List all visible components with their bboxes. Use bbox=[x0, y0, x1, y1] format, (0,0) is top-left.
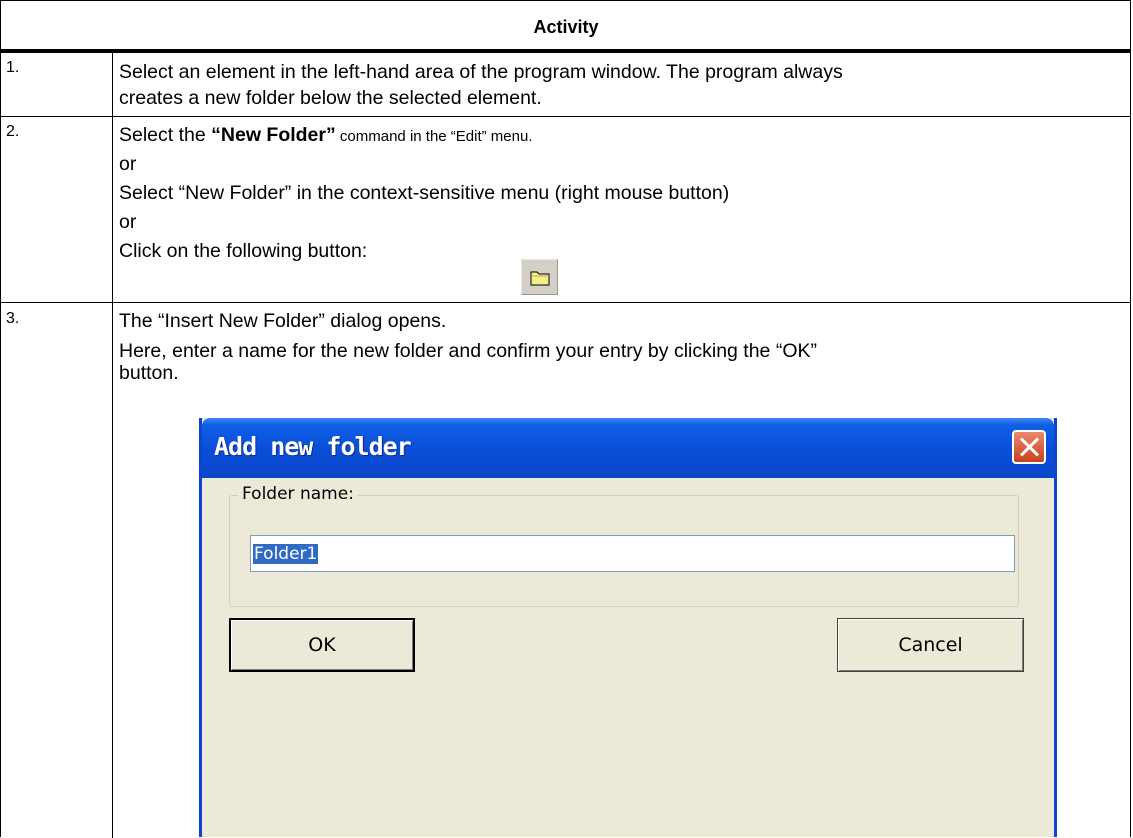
row-3-line-2: Here, enter a name for the new folder an… bbox=[119, 340, 817, 362]
row-2-line-1: Select the “New Folder” command in the “… bbox=[119, 124, 533, 146]
header-title: Activity bbox=[533, 17, 599, 37]
row-divider bbox=[1, 116, 1131, 117]
row-2-line-2: Select “New Folder” in the context-sensi… bbox=[119, 182, 730, 204]
cancel-button[interactable]: Cancel bbox=[837, 618, 1024, 672]
ok-button[interactable]: OK bbox=[229, 618, 415, 672]
add-folder-dialog: Add new folder Folder name: Folder1 OK C… bbox=[199, 418, 1057, 837]
row-2-line-3: Click on the following button: bbox=[119, 240, 368, 262]
row-3-line-1: The “Insert New Folder” dialog opens. bbox=[119, 310, 447, 332]
new-folder-button[interactable] bbox=[521, 259, 558, 295]
row-divider bbox=[1, 302, 1131, 303]
folder-name-input[interactable]: Folder1 bbox=[250, 535, 1015, 572]
new-folder-command: “New Folder” bbox=[211, 124, 336, 146]
ok-button-label: OK bbox=[308, 634, 336, 656]
row-2-number: 2. bbox=[6, 123, 20, 140]
cancel-button-label: Cancel bbox=[898, 634, 963, 656]
row-2-or-2: or bbox=[119, 211, 137, 233]
row-1-number: 1. bbox=[6, 59, 20, 76]
row-3-line-3: button. bbox=[119, 362, 179, 384]
row-1-line-2: creates a new folder below the selected … bbox=[119, 87, 542, 109]
row-2-or-1: or bbox=[119, 153, 137, 175]
folder-icon bbox=[530, 271, 550, 286]
close-button[interactable] bbox=[1012, 430, 1046, 464]
row-1-line-1: Select an element in the left-hand area … bbox=[119, 61, 843, 83]
row-3-number: 3. bbox=[6, 310, 20, 327]
folder-name-value: Folder1 bbox=[253, 544, 319, 564]
column-divider bbox=[112, 53, 113, 838]
dialog-titlebar: Add new folder bbox=[202, 418, 1054, 478]
table-header: Activity bbox=[1, 1, 1131, 53]
folder-name-label: Folder name: bbox=[238, 484, 358, 504]
dialog-title: Add new folder bbox=[214, 432, 412, 461]
